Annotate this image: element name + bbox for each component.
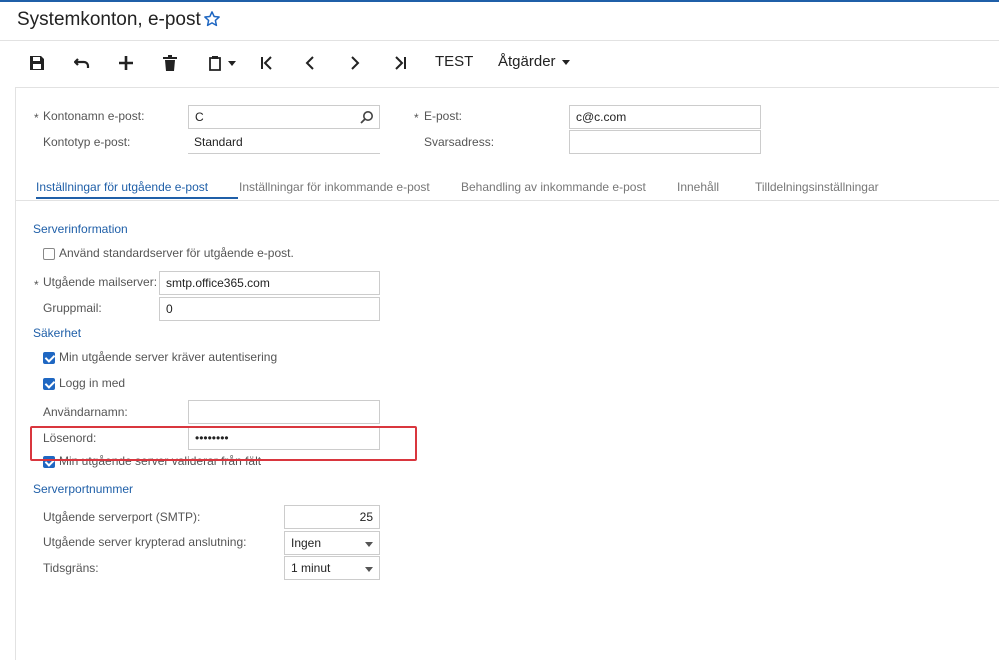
username-input[interactable] — [188, 400, 380, 424]
smtp-port-label: Utgående serverport (SMTP): — [43, 510, 201, 524]
email-label: E-post: — [424, 109, 463, 123]
encryption-select[interactable]: Ingen — [284, 531, 380, 555]
email-input[interactable]: c@c.com — [569, 105, 761, 129]
group-mail-value: 0 — [166, 302, 173, 316]
encryption-label: Utgående server krypterad anslutning: — [43, 535, 247, 549]
reply-address-input[interactable] — [569, 130, 761, 154]
requires-auth-label: Min utgående server kräver autentisering — [59, 350, 278, 364]
clipboard-icon — [209, 56, 221, 71]
use-default-server-checkbox[interactable] — [43, 248, 55, 260]
email-value: c@c.com — [576, 110, 627, 124]
tab-incoming-processing[interactable]: Behandling av inkommande e-post — [461, 180, 646, 194]
security-heading: Säkerhet — [33, 326, 82, 340]
smtp-port-value: 25 — [359, 510, 373, 524]
highlight-annotation-box — [30, 426, 417, 461]
chevron-down-icon — [365, 567, 373, 572]
last-page-icon[interactable] — [390, 51, 410, 75]
first-page-icon[interactable] — [257, 51, 277, 75]
server-ports-heading: Serverportnummer — [33, 482, 134, 496]
login-with-label: Logg in med — [59, 376, 126, 390]
outgoing-server-label: Utgående mailserver: — [43, 275, 158, 289]
undo-icon[interactable] — [72, 51, 92, 75]
group-mail-label: Gruppmail: — [43, 301, 102, 315]
outgoing-server-input[interactable]: smtp.office365.com — [159, 271, 380, 295]
form-panel — [15, 87, 999, 660]
chevron-down-icon — [561, 59, 570, 65]
group-mail-input[interactable]: 0 — [159, 297, 380, 321]
timeout-value: 1 minut — [291, 561, 331, 575]
required-marker: * — [34, 111, 39, 125]
chevron-down-icon — [365, 542, 373, 547]
account-name-input[interactable]: C — [188, 105, 380, 129]
search-icon[interactable] — [360, 110, 374, 124]
outgoing-server-value: smtp.office365.com — [166, 276, 270, 290]
chevron-right-icon[interactable] — [345, 51, 365, 75]
server-info-heading: Serverinformation — [33, 222, 128, 236]
timeout-select[interactable]: 1 minut — [284, 556, 380, 580]
username-label: Användarnamn: — [43, 405, 128, 419]
encryption-value: Ingen — [291, 536, 322, 550]
smtp-port-input[interactable]: 25 — [284, 505, 380, 529]
actions-menu-button[interactable]: Åtgärder — [498, 53, 570, 70]
tab-outgoing-settings[interactable]: Inställningar för utgående e-post — [36, 180, 208, 194]
requires-auth-checkbox[interactable] — [43, 352, 55, 364]
timeout-label: Tidsgräns: — [43, 561, 99, 575]
chevron-down-icon — [228, 60, 236, 66]
active-tab-indicator — [36, 197, 238, 199]
plus-icon[interactable] — [116, 51, 136, 75]
test-button[interactable]: TEST — [435, 53, 473, 70]
required-marker: * — [414, 111, 419, 125]
toolbar: TEST Åtgärder — [0, 41, 999, 87]
tab-incoming-settings[interactable]: Inställningar för inkommande e-post — [239, 180, 430, 194]
trash-icon[interactable] — [160, 51, 180, 75]
title-bar: Systemkonton, e-post — [0, 2, 999, 41]
reply-address-label: Svarsadress: — [424, 135, 495, 149]
tab-assignment-settings[interactable]: Tilldelningsinställningar — [755, 180, 879, 194]
account-type-value: Standard — [188, 130, 380, 154]
clipboard-dropdown-button[interactable] — [205, 51, 239, 75]
use-default-server-label: Använd standardserver för utgående e-pos… — [59, 246, 294, 260]
login-with-checkbox[interactable] — [43, 378, 55, 390]
account-name-value: C — [195, 110, 204, 124]
account-type-label: Kontotyp e-post: — [43, 135, 131, 149]
account-name-label: Kontonamn e-post: — [43, 109, 145, 123]
tab-content[interactable]: Innehåll — [677, 180, 719, 194]
page-title: Systemkonton, e-post — [17, 9, 201, 30]
star-icon[interactable] — [203, 10, 221, 28]
actions-label: Åtgärder — [498, 53, 556, 70]
required-marker: * — [34, 278, 39, 292]
tab-bar: Inställningar för utgående e-post Instäl… — [15, 175, 999, 201]
save-icon[interactable] — [27, 51, 47, 75]
chevron-left-icon[interactable] — [300, 51, 320, 75]
